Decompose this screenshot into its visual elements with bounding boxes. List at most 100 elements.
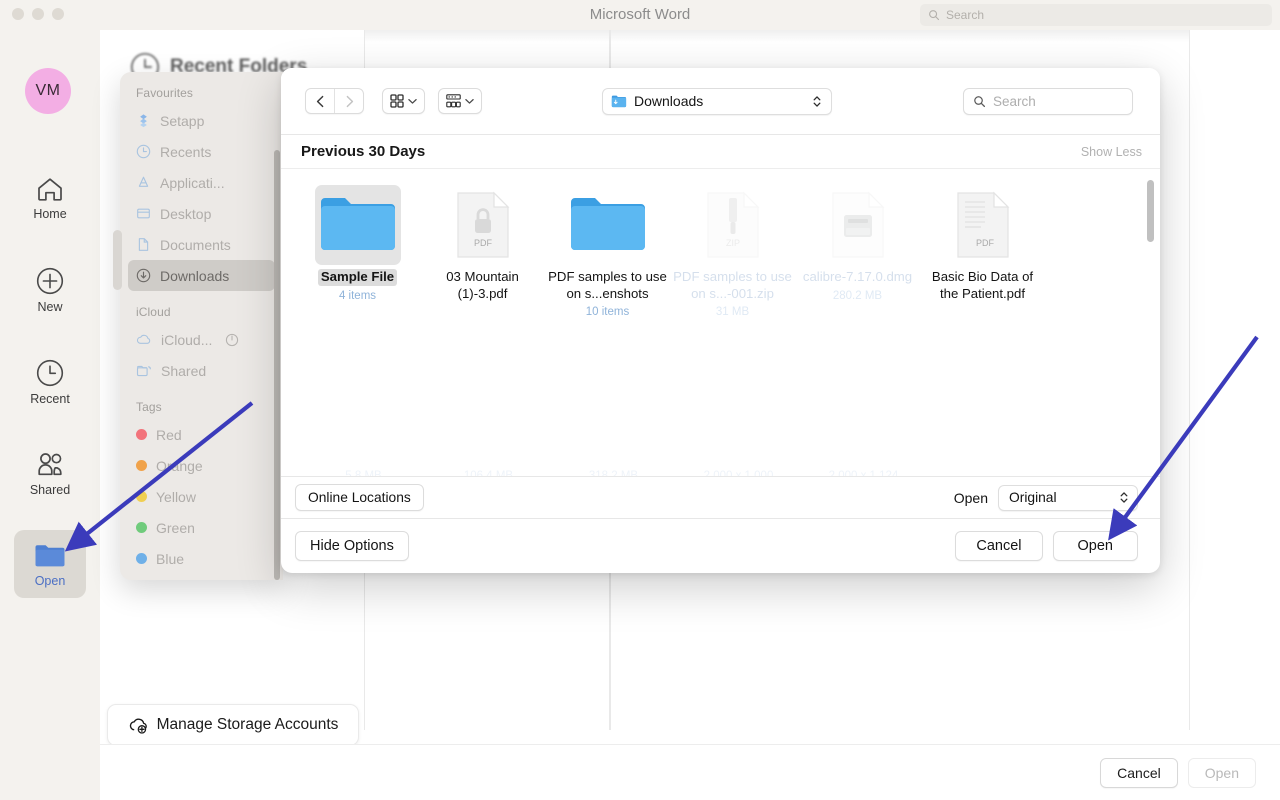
- open-as-value: Original: [1009, 490, 1057, 505]
- sidebar-item-new[interactable]: New: [14, 256, 86, 324]
- zip-file-icon: ZIP: [705, 190, 761, 260]
- sidebar-item-label: Yellow: [156, 489, 196, 505]
- manage-storage-accounts-label: Manage Storage Accounts: [157, 716, 339, 734]
- dialog-cancel-button[interactable]: Cancel: [955, 531, 1042, 561]
- search-icon: [973, 95, 986, 108]
- file-meta: 4 items: [339, 290, 376, 302]
- file-item[interactable]: calibre-7.17.0.dmg 280.2 MB: [795, 181, 920, 324]
- hide-options-button[interactable]: Hide Options: [295, 531, 409, 561]
- sidebar-item-label: iCloud...: [161, 332, 212, 348]
- sidebar-item-tag-orange[interactable]: Orange: [128, 450, 275, 481]
- pdf-file-icon: PDF: [955, 190, 1011, 260]
- file-item[interactable]: PDF 03 Mountain (1)-3.pdf: [420, 181, 545, 324]
- tag-dot-icon: [136, 429, 147, 440]
- online-locations-button[interactable]: Online Locations: [295, 484, 424, 511]
- folder-icon: [319, 194, 397, 256]
- open-as-label: Open: [954, 490, 988, 506]
- file-meta: 10 items: [586, 306, 629, 318]
- chevron-down-icon: [408, 98, 417, 105]
- sidebar-item-label: New: [37, 300, 62, 314]
- open-button[interactable]: Open: [1188, 758, 1256, 788]
- chevron-right-icon: [344, 95, 355, 108]
- group-view-icon: [446, 94, 461, 108]
- sidebar-item-downloads[interactable]: Downloads: [128, 260, 275, 291]
- file-name: calibre-7.17.0.dmg: [803, 269, 912, 286]
- grid-view-icon: [390, 94, 404, 108]
- dialog-action-bar: Hide Options Cancel Open: [281, 518, 1160, 573]
- group-view-button[interactable]: [438, 88, 482, 114]
- sidebar-item-icloud[interactable]: iCloud...: [128, 324, 275, 355]
- desktop-icon: [136, 206, 151, 221]
- sidebar-item-label: Recents: [160, 144, 211, 160]
- sidebar-item-label: Orange: [156, 458, 203, 474]
- svg-text:PDF: PDF: [474, 238, 493, 248]
- sidebar-item-open[interactable]: Open: [14, 530, 86, 598]
- forward-button[interactable]: [335, 89, 363, 113]
- dialog-search-input[interactable]: Search: [963, 88, 1133, 115]
- dialog-toolbar: Downloads Search: [281, 68, 1160, 135]
- back-button[interactable]: [306, 89, 334, 113]
- sidebar-item-label: Recent: [30, 392, 70, 406]
- sidebar-item-applications[interactable]: Applicati...: [128, 167, 275, 198]
- sidebar-item-label: Applicati...: [160, 175, 225, 191]
- sidebar-item-label: Green: [156, 520, 195, 536]
- sidebar-item-shared[interactable]: Shared: [14, 440, 86, 508]
- sidebar-item-label: Red: [156, 427, 182, 443]
- sidebar-item-label: Open: [35, 574, 66, 588]
- sidebar-item-tag-yellow[interactable]: Yellow: [128, 481, 275, 512]
- sidebar-item-setapp[interactable]: Setapp: [128, 105, 275, 136]
- sidebar-item-home[interactable]: Home: [14, 164, 86, 232]
- location-popup-button[interactable]: Downloads: [602, 88, 832, 115]
- file-name: PDF samples to use on s...-001.zip: [673, 269, 792, 302]
- navigation-segmented-control[interactable]: [305, 88, 364, 114]
- sidebar-item-recent[interactable]: Recent: [14, 348, 86, 416]
- sidebar-item-label: Desktop: [160, 206, 211, 222]
- search-icon: [928, 9, 940, 21]
- cancel-button[interactable]: Cancel: [1100, 758, 1178, 788]
- file-item[interactable]: PDF samples to use on s...enshots 10 ite…: [545, 181, 670, 324]
- chevron-left-icon: [315, 95, 326, 108]
- sidebar-item-tag-red[interactable]: Red: [128, 419, 275, 450]
- file-item[interactable]: PDF Basic Bio Data of the Patient.pdf: [920, 181, 1045, 324]
- icon-view-button[interactable]: [382, 88, 425, 114]
- file-meta: 280.2 MB: [833, 290, 882, 302]
- sidebar-section-title: iCloud: [120, 291, 283, 324]
- sidebar-item-tag-green[interactable]: Green: [128, 512, 275, 543]
- svg-text:ZIP: ZIP: [725, 238, 739, 248]
- sidebar-item-label: Setapp: [160, 113, 204, 129]
- file-item[interactable]: ZIP PDF samples to use on s...-001.zip 3…: [670, 181, 795, 324]
- applications-icon: [136, 175, 151, 190]
- file-thumbnail: ZIP: [690, 185, 776, 265]
- file-name: Sample File: [318, 269, 397, 286]
- app-search-field[interactable]: Search: [920, 4, 1272, 26]
- dialog-open-button[interactable]: Open: [1053, 531, 1138, 561]
- icloud-icon: [136, 333, 152, 346]
- file-thumbnail: PDF: [940, 185, 1026, 265]
- show-less-button[interactable]: Show Less: [1081, 145, 1142, 159]
- clock-icon: [136, 144, 151, 159]
- sidebar-item-label: Blue: [156, 551, 184, 567]
- group-header: Previous 30 Days Show Less: [281, 135, 1160, 169]
- sidebar-resize-handle[interactable]: [113, 230, 122, 290]
- sidebar-scrollbar[interactable]: [274, 150, 280, 580]
- sidebar-item-desktop[interactable]: Desktop: [128, 198, 275, 229]
- sidebar-item-shared[interactable]: Shared: [128, 355, 275, 386]
- file-list-scrollbar[interactable]: [1147, 180, 1154, 242]
- avatar[interactable]: VM: [25, 68, 71, 114]
- sidebar-item-label: Home: [33, 207, 66, 221]
- sidebar-item-documents[interactable]: Documents: [128, 229, 275, 260]
- file-name: 03 Mountain (1)-3.pdf: [423, 269, 542, 302]
- manage-storage-accounts-button[interactable]: Manage Storage Accounts: [107, 704, 359, 746]
- finder-sidebar: Favourites Setapp Recents Applicati... D…: [120, 72, 283, 580]
- document-icon: [136, 237, 151, 252]
- home-icon: [36, 176, 64, 202]
- tag-dot-icon: [136, 491, 147, 502]
- screen: Microsoft Word Search VM Home: [0, 0, 1280, 800]
- sidebar-item-recents[interactable]: Recents: [128, 136, 275, 167]
- open-as-select[interactable]: Original: [998, 485, 1138, 511]
- dialog-search-placeholder: Search: [993, 94, 1036, 109]
- sidebar-item-tag-blue[interactable]: Blue: [128, 543, 275, 574]
- file-item[interactable]: Sample File 4 items: [295, 181, 420, 324]
- file-meta: 31 MB: [716, 306, 749, 318]
- chevron-down-icon: [465, 98, 474, 105]
